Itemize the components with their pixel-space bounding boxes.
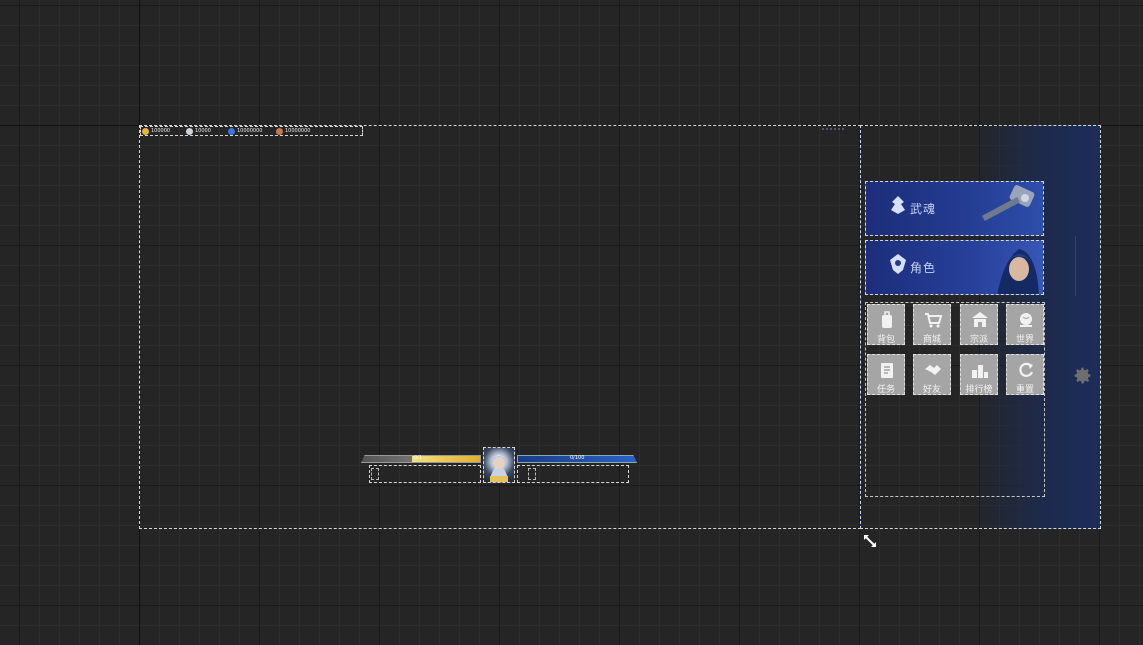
player-status-hud: 0/1 0/100 [361,447,637,483]
hammer-art-icon [981,185,1035,222]
settings-gear-icon[interactable] [1072,365,1093,386]
soul-button[interactable]: 武魂 [865,181,1044,236]
task-label: 任务 [876,385,895,395]
friends-handshake-icon [925,365,941,375]
silver-amount: 10000 [195,128,211,134]
mp-text: 0/100 [570,455,585,461]
mp-bar: 0/100 [517,455,637,463]
soul-button-label: 武魂 [910,202,937,216]
resource-gold: 100000 [141,127,185,135]
reset-label: 重置 [1015,385,1034,395]
hp-bar: 0/1 [361,455,481,463]
world-globe-icon [1020,313,1032,327]
avatar-portrait-icon [490,455,508,482]
mp-sub-slot [528,468,536,480]
hp-sub-slot [371,468,379,480]
leaderboard-button[interactable]: 排行榜 [960,354,998,395]
role-button[interactable]: 角色 [865,240,1044,295]
task-scroll-icon [881,363,893,378]
canvas-title-marker [822,128,844,134]
reset-button[interactable]: 重置 [1006,354,1044,395]
world-button[interactable]: 世界 [1006,304,1044,345]
backpack-icon [882,311,892,328]
task-button[interactable]: 任务 [867,354,905,395]
backpack-label: 背包 [876,335,895,345]
sect-temple-icon [972,312,988,327]
shop-label: 商城 [922,335,941,345]
shop-button[interactable]: 商城 [913,304,951,345]
shop-cart-icon [925,313,943,328]
leaderboard-icon [972,365,988,378]
leaderboard-label: 排行榜 [965,385,993,395]
copper-coin-icon [276,127,283,135]
resource-gem: 10000000 [227,127,275,135]
role-button-label: 角色 [910,261,937,275]
resize-handle-icon[interactable] [862,533,878,549]
mp-sub-panel [517,465,629,483]
resource-copper: 10000000 [275,127,335,135]
soul-emblem-icon [891,196,905,214]
world-label: 世界 [1015,335,1034,345]
sect-button[interactable]: 宗派 [960,304,998,345]
reset-refresh-icon [1019,362,1034,377]
gold-coin-icon [142,127,149,135]
friends-label: 好友 [922,385,941,395]
backpack-button[interactable]: 背包 [867,304,905,345]
silver-coin-icon [186,127,193,135]
hp-sub-panel [369,465,481,483]
sect-label: 宗派 [969,335,988,345]
copper-amount: 10000000 [285,128,311,134]
role-emblem-icon [890,254,906,274]
friends-button[interactable]: 好友 [913,354,951,395]
blue-gem-icon [228,127,235,135]
resource-bar: 100000 10000 10000000 10000000 [140,126,363,136]
player-avatar[interactable] [483,447,515,483]
resource-silver: 10000 [185,127,227,135]
hp-text: 0/1 [414,455,423,461]
gem-amount: 10000000 [237,128,263,134]
gold-amount: 100000 [151,128,171,134]
character-art-icon [997,249,1039,294]
side-decoration [1075,236,1084,296]
